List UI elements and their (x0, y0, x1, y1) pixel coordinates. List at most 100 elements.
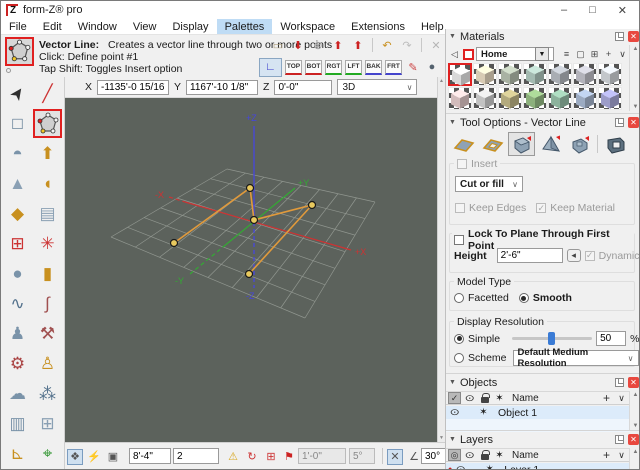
quick-keys-icon[interactable]: ⚡ (86, 449, 102, 465)
item-name[interactable]: Layer 1 (498, 464, 539, 470)
resolution-slider[interactable] (512, 337, 592, 340)
keep-material-checkbox[interactable]: ✓ (536, 203, 546, 213)
visibility-toggle[interactable]: ⊙ (448, 407, 461, 419)
thumb-view-icon[interactable]: ▢ (574, 48, 587, 61)
extruded-solid-mode-icon[interactable] (566, 132, 593, 156)
layers-scrollbar[interactable]: ▲▼ (629, 448, 640, 470)
material-swatch-5[interactable] (548, 63, 572, 86)
angle-snap-icon[interactable]: ∠ (406, 449, 422, 465)
shaded-view-icon[interactable]: ● (424, 59, 440, 75)
view-button-bak[interactable]: BAK (365, 60, 382, 75)
undo-icon[interactable]: ↶ (379, 37, 395, 53)
lock-column-icon[interactable] (478, 449, 491, 461)
material-menu-icon[interactable]: ∨ (616, 48, 629, 61)
surface-mode-icon[interactable] (450, 132, 477, 156)
objects-close-icon[interactable]: ✕ (628, 377, 639, 388)
converged-mode-icon[interactable] (537, 132, 564, 156)
cylinder-tool[interactable]: ▮ (33, 259, 62, 288)
edit-curve-tool[interactable]: ∫ (33, 289, 62, 318)
delete-x-icon[interactable]: ✕ (428, 37, 444, 53)
extrusion-mode-icon[interactable] (508, 132, 535, 156)
popout-icon[interactable] (615, 118, 624, 127)
rectangle-tool[interactable]: □ (3, 109, 32, 138)
height-input[interactable] (497, 248, 563, 263)
add-layer-icon[interactable]: + (600, 449, 613, 461)
view-button-rgt[interactable]: RGT (325, 60, 342, 75)
view-button-lft[interactable]: LFT (345, 60, 362, 75)
visibility-column-icon[interactable]: ⊙ (463, 392, 476, 404)
window-tile-icon[interactable]: ▣ (105, 449, 121, 465)
viewport-vscrollbar[interactable]: ▲▼ (437, 77, 445, 442)
insert-checkbox[interactable] (457, 159, 467, 169)
list-item[interactable]: ●⊙✶Layer 1 (446, 463, 630, 470)
popout-icon[interactable] (615, 435, 624, 444)
material-swatch-9[interactable] (473, 87, 497, 110)
objects-menu-icon[interactable]: ∨ (615, 392, 628, 404)
line-segment-tool[interactable]: ╱ (33, 79, 62, 108)
snap-column-icon[interactable]: ✶ (493, 392, 506, 404)
material-swatch-13[interactable] (573, 87, 597, 110)
visibility-toggle[interactable]: ⊙ (454, 464, 467, 470)
crowd-tool[interactable]: ⁂ (33, 379, 62, 408)
view-button-frt[interactable]: FRT (385, 60, 402, 75)
visibility-column-icon[interactable]: ⊙ (463, 449, 476, 461)
material-swatch-14[interactable] (598, 87, 622, 110)
lock-plane-checkbox[interactable] (454, 235, 464, 245)
active-material-swatch[interactable] (463, 49, 474, 60)
menu-item-edit[interactable]: Edit (35, 19, 70, 34)
round-cube-tool[interactable]: ◆ (3, 199, 32, 228)
axonometric-view-button[interactable]: ∟ (259, 58, 282, 77)
scroll-down-icon[interactable]: ▼ (439, 435, 444, 441)
scheme-radio[interactable] (454, 353, 464, 363)
grid-module-input[interactable] (129, 448, 171, 464)
collapse-triangle-icon[interactable]: ▼ (449, 436, 456, 443)
sphere-tool[interactable]: ● (3, 259, 32, 288)
view-button-bot[interactable]: BOT (305, 60, 322, 75)
maximize-button[interactable]: □ (589, 4, 596, 16)
coord-y-input[interactable] (186, 80, 258, 95)
lock-column-icon[interactable] (478, 392, 491, 404)
annotation-icon[interactable]: ⚠ (225, 449, 241, 465)
snap-toggle[interactable]: ✶ (483, 464, 496, 470)
menu-item-workspace[interactable]: Workspace (272, 19, 343, 34)
coord-z-input[interactable] (274, 80, 332, 95)
boolean-tool[interactable]: ⊞ (33, 409, 62, 438)
select-column-icon[interactable]: ✓ (448, 392, 461, 404)
layers-header[interactable]: ▼ Layers ✕ (446, 432, 640, 447)
tool-options-header[interactable]: ▼ Tool Options - Vector Line ✕ (446, 115, 640, 130)
align-tool[interactable]: ▥ (3, 409, 32, 438)
resolution-input[interactable] (596, 331, 626, 346)
angle-value-input[interactable] (421, 448, 447, 464)
coord-x-input[interactable] (97, 80, 169, 95)
material-swatch-12[interactable] (548, 87, 572, 110)
collapse-triangle-icon[interactable]: ▼ (449, 379, 456, 386)
hand-nav-icon[interactable]: ❖ (67, 449, 83, 465)
export-copy-icon[interactable]: ⬆ (350, 37, 366, 53)
simple-radio[interactable] (454, 334, 464, 344)
revolve-tool[interactable]: ◖ (33, 169, 62, 198)
grid-view-icon[interactable]: ⊞ (588, 48, 601, 61)
facetted-radio[interactable] (454, 293, 464, 303)
material-swatch-7[interactable] (598, 63, 622, 86)
objects-scrollbar[interactable]: ▲▼ (629, 391, 640, 430)
enclosure-mode-icon[interactable] (602, 132, 629, 156)
view-mode-dropdown[interactable]: 3D∨ (337, 79, 417, 95)
model-viewport[interactable]: +Z-Z+Y-Y+X-X (65, 98, 437, 442)
grid-plane-icon[interactable]: ⊞ (263, 449, 279, 465)
tool-options-close-icon[interactable]: ✕ (628, 117, 639, 128)
material-swatch-4[interactable] (523, 63, 547, 86)
materials-scrollbar[interactable]: ▲▼ (629, 45, 640, 111)
back-arrow-icon[interactable]: ◁ (448, 48, 461, 61)
dynamic-checkbox[interactable]: ✓ (585, 251, 595, 261)
menu-item-view[interactable]: View (125, 19, 165, 34)
extrude-tool[interactable]: ⬆ (33, 139, 62, 168)
add-material-icon[interactable]: + (602, 48, 615, 61)
render-brush-icon[interactable]: ✎ (405, 59, 421, 75)
sweep-tool[interactable]: ⚒ (33, 319, 62, 348)
material-swatch-11[interactable] (523, 87, 547, 110)
material-swatch-10[interactable] (498, 87, 522, 110)
spline-tool[interactable]: ∿ (3, 289, 32, 318)
material-group-dropdown[interactable]: Home ▼ (476, 47, 554, 61)
keep-edges-checkbox[interactable] (455, 203, 465, 213)
stairs-tool[interactable]: ▤ (33, 199, 62, 228)
